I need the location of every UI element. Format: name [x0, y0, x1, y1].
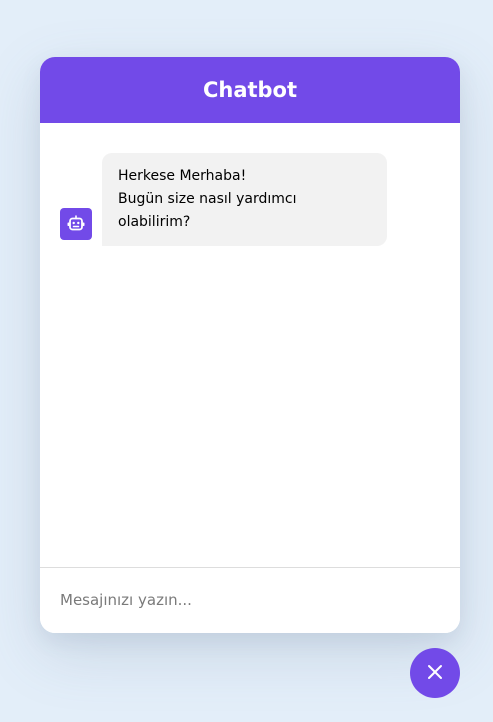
- chatbot-header: Chatbot: [40, 57, 460, 123]
- chatbot-window: Chatbot Herkese Merhaba! Bugün size nası…: [40, 57, 460, 633]
- message-input[interactable]: [60, 588, 440, 613]
- message-line: Bugün size nasıl yardımcı: [118, 191, 297, 207]
- robot-icon: [60, 208, 92, 240]
- chatbot-title: Chatbot: [202, 78, 298, 102]
- message-bubble: Herkese Merhaba! Bugün size nasıl yardım…: [102, 153, 387, 246]
- message-line: olabilirim?: [118, 214, 191, 230]
- close-icon: [426, 663, 444, 684]
- incoming-message: Herkese Merhaba! Bugün size nasıl yardım…: [60, 153, 387, 246]
- chatbot-toggle-button[interactable]: [410, 648, 460, 698]
- chat-message-list[interactable]: Herkese Merhaba! Bugün size nasıl yardım…: [40, 123, 460, 567]
- message-line: Herkese Merhaba!: [118, 168, 247, 184]
- chat-input-bar: [40, 567, 460, 633]
